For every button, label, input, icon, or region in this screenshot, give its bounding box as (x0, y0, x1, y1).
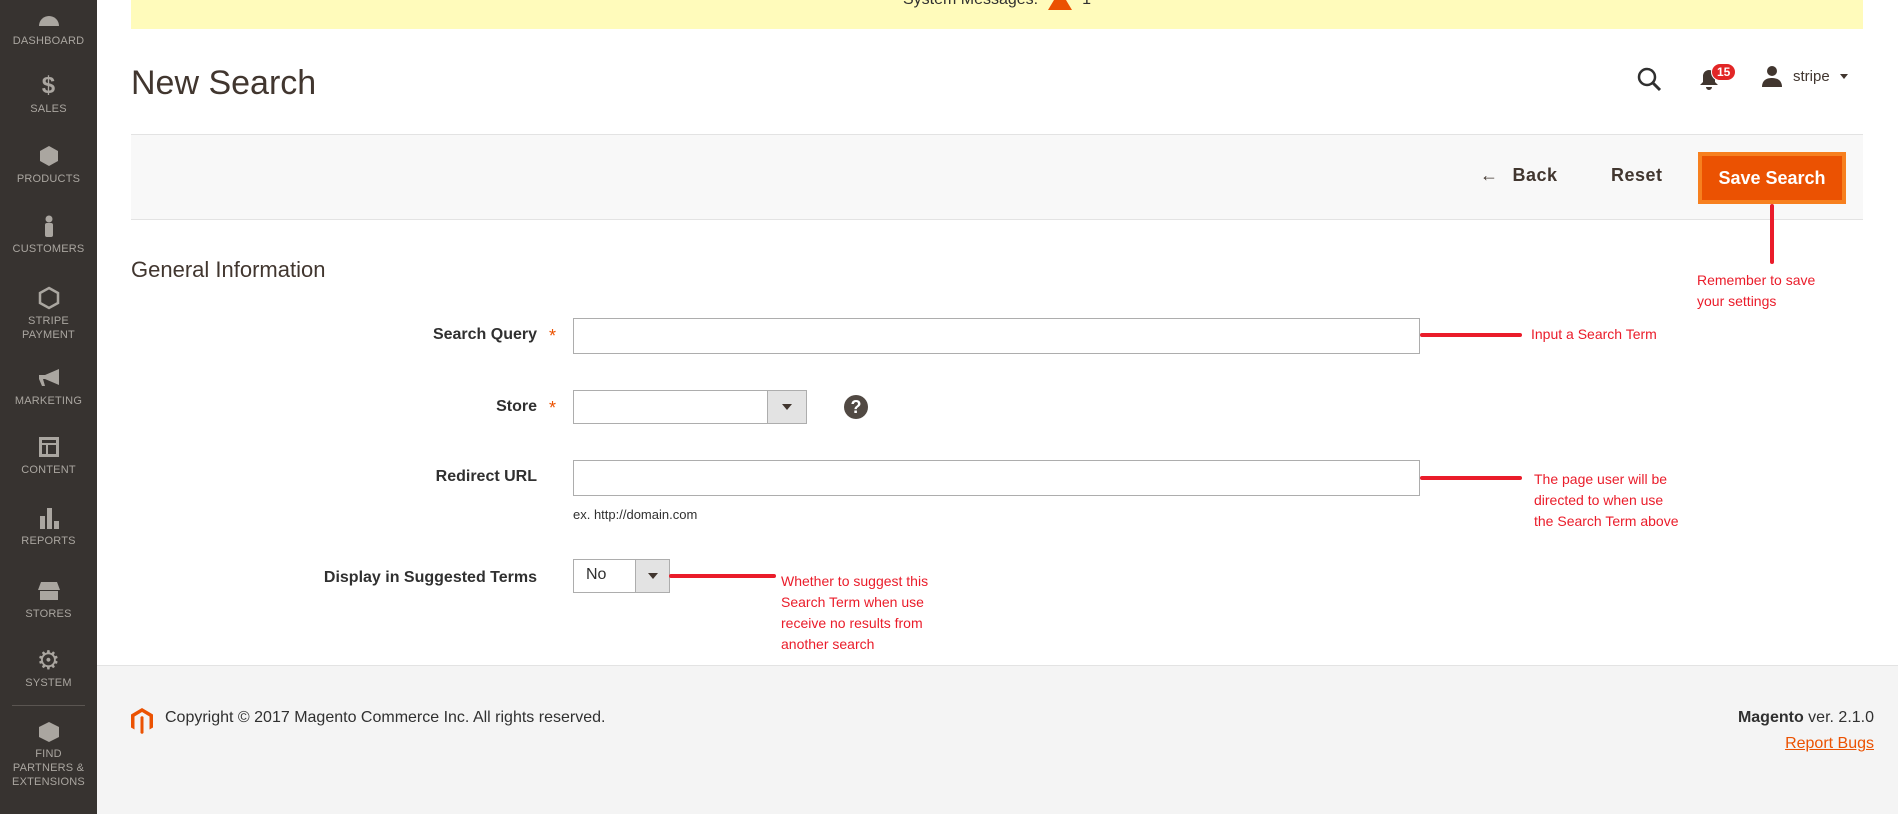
annotation-query: Input a Search Term (1531, 326, 1657, 342)
section-title: General Information (131, 257, 326, 282)
dollar-icon: $ (41, 72, 56, 99)
chevron-down-icon (635, 560, 669, 592)
chevron-down-icon (1839, 73, 1848, 79)
sidebar-item-label: SYSTEM (25, 677, 72, 689)
sidebar-divider (12, 705, 85, 706)
sidebar-item-label: MARKETING (14, 395, 83, 407)
page-actions-bar (131, 134, 1863, 220)
save-search-button[interactable]: Save Search (1698, 152, 1846, 204)
search-query-label: Search Query (432, 326, 537, 343)
system-messages-count: 1 (1082, 0, 1091, 8)
sidebar-item-products[interactable]: PRODUCTS (0, 144, 97, 186)
sidebar-item-label: STORES (25, 608, 72, 620)
sidebar-item-customers[interactable]: CUSTOMERS (0, 214, 97, 256)
annotation-line (1420, 476, 1522, 480)
storefront-icon (37, 579, 61, 603)
annotation-display: Whether to suggest this Search Term when … (781, 573, 929, 652)
back-button[interactable]: ← Back (1480, 165, 1558, 186)
layout-icon (37, 435, 61, 459)
lego-brick-icon (37, 719, 61, 743)
sidebar-item-sales[interactable]: $ SALES (0, 74, 97, 116)
notification-count-badge: 15 (1711, 63, 1737, 81)
footer: Copyright © 2017 Magento Commerce Inc. A… (97, 665, 1898, 814)
annotation-line (1770, 204, 1774, 264)
arrow-left-icon: ← (1480, 165, 1499, 185)
sidebar-item-content[interactable]: CONTENT (0, 435, 97, 477)
display-suggested-label: Display in Suggested Terms (323, 569, 537, 586)
sidebar-item-stores[interactable]: STORES (0, 579, 97, 621)
sidebar-item-label: PRODUCTS (16, 173, 81, 185)
person-icon (37, 214, 61, 238)
search-icon[interactable] (1636, 66, 1662, 97)
store-label: Store (496, 398, 537, 415)
user-name: stripe (1793, 67, 1830, 85)
back-label: Back (1512, 165, 1558, 185)
sidebar-item-label: FIND PARTNERS & EXTENSIONS (12, 748, 85, 788)
sidebar: DASHBOARD $ SALES PRODUCTS CUSTOMERS STR… (0, 0, 97, 814)
display-suggested-value: No (586, 566, 607, 583)
sidebar-item-reports[interactable]: REPORTS (0, 506, 97, 548)
user-icon (1762, 66, 1782, 87)
sidebar-item-label: CUSTOMERS (12, 243, 85, 255)
user-menu[interactable]: stripe (1760, 64, 1848, 88)
help-icon[interactable]: ? (844, 395, 868, 419)
magento-logo-icon (131, 708, 153, 734)
redirect-url-label: Redirect URL (435, 468, 537, 485)
required-mark: * (549, 326, 557, 346)
required-mark: * (549, 398, 557, 418)
hexagon-icon (37, 286, 61, 310)
sidebar-item-stripe-payment[interactable]: STRIPE PAYMENT (0, 286, 97, 342)
redirect-url-input[interactable] (573, 460, 1420, 496)
redirect-url-note: ex. http://domain.com (573, 507, 698, 522)
sidebar-item-find-partners[interactable]: FIND PARTNERS & EXTENSIONS (0, 719, 97, 789)
display-suggested-select[interactable]: No (573, 559, 670, 593)
bar-chart-icon (37, 506, 61, 530)
annotation-line (1420, 333, 1522, 337)
page-title: New Search (131, 64, 317, 102)
chevron-down-icon (767, 391, 806, 423)
annotation-line (669, 574, 776, 578)
notifications-button[interactable]: 15 (1698, 63, 1737, 95)
sidebar-item-label: SALES (30, 103, 67, 115)
sidebar-item-label: CONTENT (21, 464, 76, 476)
report-bugs-link[interactable]: Report Bugs (1785, 735, 1874, 753)
sidebar-item-dashboard[interactable]: DASHBOARD (0, 6, 97, 48)
system-messages-label: System Messages: (903, 0, 1038, 8)
copyright-text: Copyright © 2017 Magento Commerce Inc. A… (165, 709, 606, 726)
megaphone-icon (37, 366, 61, 390)
version-info: Magento ver. 2.1.0 (1737, 709, 1874, 726)
sidebar-item-system[interactable]: ⚙ SYSTEM (0, 645, 97, 690)
sidebar-item-marketing[interactable]: MARKETING (0, 366, 97, 408)
store-select[interactable] (573, 390, 807, 424)
warning-icon (1048, 0, 1073, 10)
dashboard-icon (37, 6, 61, 30)
annotation-redirect: The page user will be directed to when us… (1534, 471, 1679, 529)
reset-button[interactable]: Reset (1611, 165, 1663, 186)
sidebar-item-label: DASHBOARD (12, 35, 85, 47)
sidebar-item-label: REPORTS (21, 535, 76, 547)
gear-icon: ⚙ (36, 645, 61, 675)
search-query-input[interactable] (573, 318, 1420, 354)
annotation-save: Remember to save your settings (1697, 272, 1816, 309)
box-icon (37, 144, 61, 168)
sidebar-item-label: STRIPE PAYMENT (22, 315, 75, 341)
system-messages-banner[interactable]: System Messages: 1 (131, 0, 1863, 29)
